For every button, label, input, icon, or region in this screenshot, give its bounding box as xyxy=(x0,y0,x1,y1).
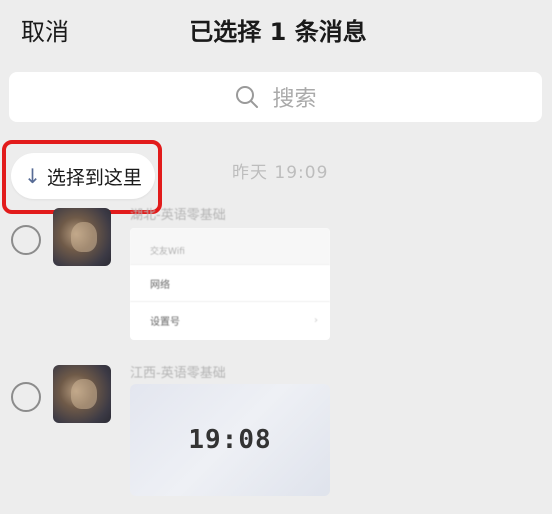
card-header: 交友Wifi xyxy=(130,228,330,264)
search-placeholder: 搜索 xyxy=(272,87,317,112)
search-bar[interactable]: 搜索 xyxy=(9,72,542,122)
clock-text: 19:08 xyxy=(188,425,272,455)
top-bar: 取消 已选择 1 条消息 xyxy=(0,0,552,56)
card-row: 网络 xyxy=(130,264,330,301)
sender-name: 湖北-英语零基础 xyxy=(130,208,226,223)
chevron-right-icon: › xyxy=(314,314,318,326)
sender-name: 江西-英语零基础 xyxy=(130,366,226,381)
card-row-label: 设置号 xyxy=(150,316,180,328)
select-to-here-label: 选择到这里 xyxy=(46,166,142,189)
message-select-radio[interactable] xyxy=(11,382,41,412)
card-row-label: 网络 xyxy=(150,279,170,291)
avatar[interactable] xyxy=(53,365,111,423)
message-select-radio[interactable] xyxy=(11,225,41,255)
page-title: 已选择 1 条消息 xyxy=(189,18,367,46)
card-row: 设置号 › xyxy=(130,301,330,338)
avatar[interactable] xyxy=(53,208,111,266)
search-icon xyxy=(236,86,259,108)
select-to-here-button[interactable]: ↓ 选择到这里 xyxy=(11,153,155,199)
message-card-clock[interactable]: 19:08 xyxy=(130,384,330,496)
message-card-settings[interactable]: 交友Wifi 网络 设置号 › xyxy=(130,228,330,340)
arrow-down-icon: ↓ xyxy=(24,164,41,188)
message-timestamp: 昨天 19:09 xyxy=(232,163,329,183)
